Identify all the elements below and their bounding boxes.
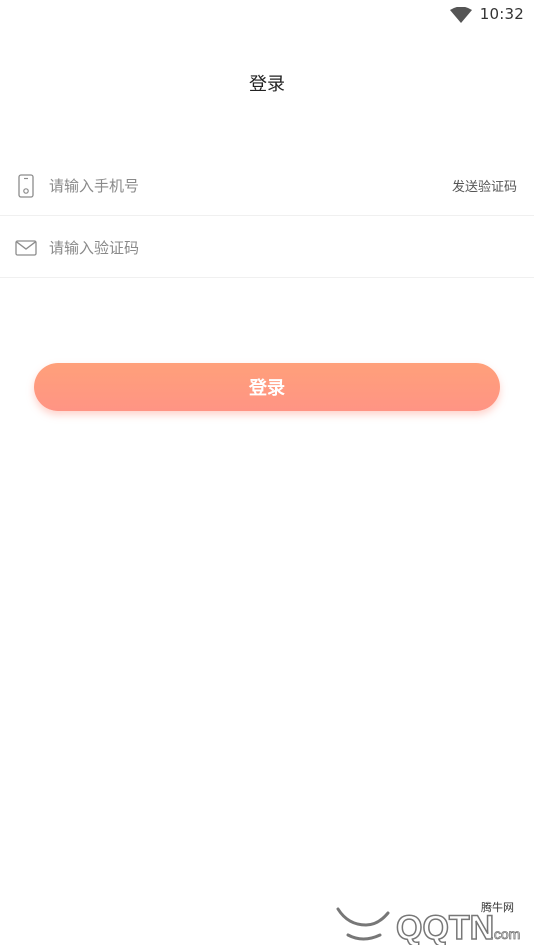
phone-row: 发送验证码 (0, 156, 534, 216)
svg-text:QQTN: QQTN (396, 909, 494, 945)
code-input[interactable] (49, 238, 534, 257)
wifi-icon (449, 7, 472, 23)
page-title: 登录 (249, 74, 285, 95)
svg-text:.com: .com (490, 926, 520, 942)
status-time: 10:32 (479, 5, 524, 23)
status-bar: 10:32 (0, 0, 534, 28)
watermark-subtext: 腾牛网 (481, 901, 514, 914)
code-row (0, 218, 534, 278)
send-code-button[interactable]: 发送验证码 (452, 176, 517, 195)
watermark: QQTN .com 腾牛网 (318, 895, 528, 945)
phone-icon (14, 173, 38, 198)
mail-icon (14, 236, 38, 260)
login-button[interactable]: 登录 (34, 363, 500, 411)
phone-input[interactable] (49, 176, 452, 195)
